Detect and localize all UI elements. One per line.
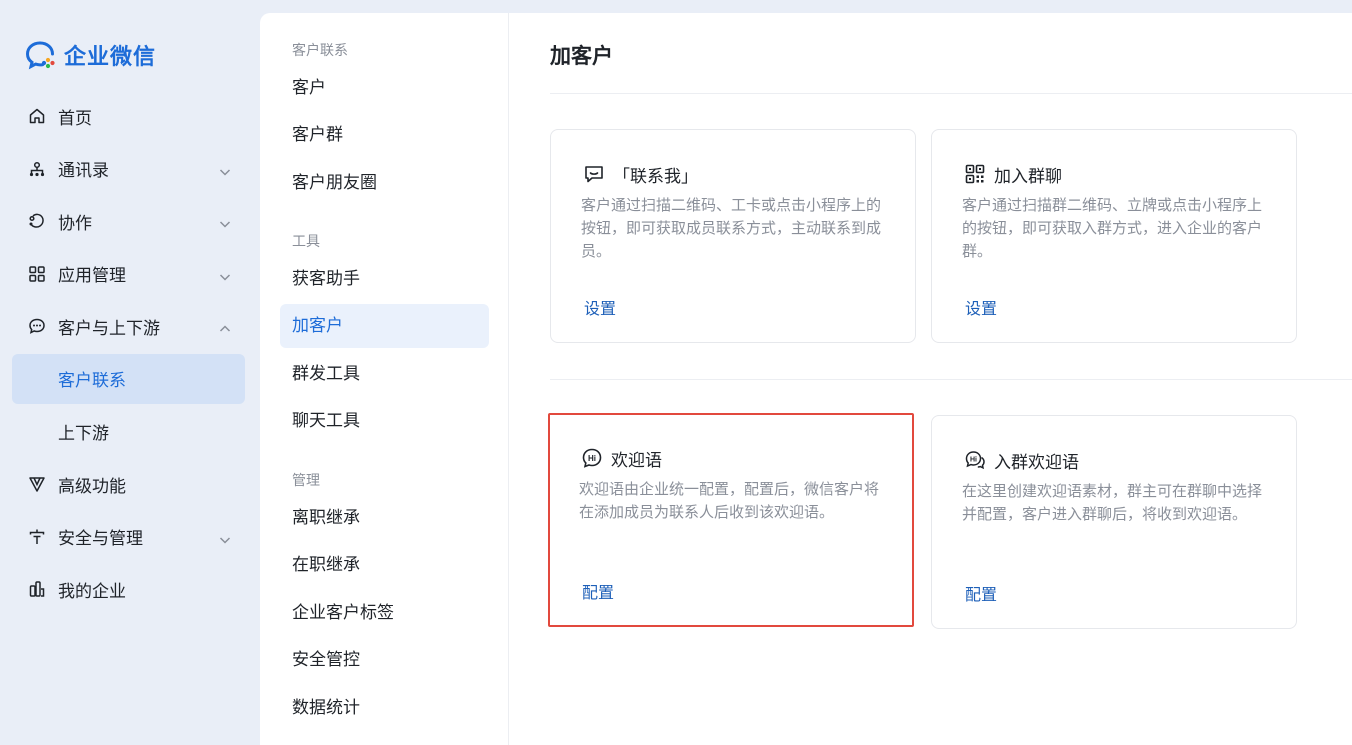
configure-link[interactable]: 配置 <box>965 581 997 605</box>
card-join-group: 加入群聊 客户通过扫描群二维码、立牌或点击小程序上的按钮，即可获取入群方式，进入… <box>931 129 1297 343</box>
card-description: 客户通过扫描群二维码、立牌或点击小程序上的按钮，即可获取入群方式，进入企业的客户… <box>962 196 1263 260</box>
nav-item-label: 首页 <box>58 108 92 129</box>
submenu-item-acquisition-assistant[interactable]: 获客助手 <box>280 257 489 301</box>
chevron-down-icon <box>219 215 231 228</box>
settings-link[interactable]: 设置 <box>965 295 997 319</box>
chevron-down-icon <box>219 163 231 176</box>
svg-text:Hi: Hi <box>588 454 596 463</box>
card-header: 「联系我」 <box>583 161 698 187</box>
content-area: 加客户 「联系我」 客户通过扫描二维码、工卡或点击小程序上的按钮，即可获取成员联… <box>510 13 1352 745</box>
brand-logo[interactable]: 企业微信 <box>25 40 157 70</box>
submenu-item-resigned-inheritance[interactable]: 离职继承 <box>280 496 489 540</box>
page-title: 加客户 <box>550 44 613 68</box>
nav-item-collaboration[interactable]: 协作 <box>12 195 245 248</box>
submenu-group-title: 工具 <box>292 234 320 250</box>
configure-link[interactable]: 配置 <box>582 579 614 603</box>
nav-item-label: 通讯录 <box>58 161 109 182</box>
nav-item-app-management[interactable]: 应用管理 <box>12 248 245 301</box>
hi-bubble-icon: Hi <box>581 447 603 469</box>
collaboration-icon <box>28 212 46 230</box>
nav-item-label: 高级功能 <box>58 476 126 497</box>
qr-code-icon <box>964 163 986 185</box>
wecom-logo-icon <box>25 40 58 70</box>
card-title: 欢迎语 <box>611 450 662 471</box>
main-panel: 客户联系 客户 客户群 客户朋友圈 工具 获客助手 加客户 群发工具 聊天工具 … <box>260 13 1352 745</box>
org-chart-icon <box>28 160 46 178</box>
brand-name: 企业微信 <box>64 45 157 70</box>
nav-item-label: 上下游 <box>58 424 109 445</box>
nav-item-customer-contact[interactable]: 客户联系 <box>12 353 245 404</box>
submenu-item-customers[interactable]: 客户 <box>280 66 489 110</box>
chevron-up-icon <box>219 320 231 332</box>
nav-item-home[interactable]: 首页 <box>12 90 245 143</box>
submenu-item-onjob-inheritance[interactable]: 在职继承 <box>280 543 489 587</box>
card-contact-me: 「联系我」 客户通过扫描二维码、工卡或点击小程序上的按钮，即可获取成员联系方式，… <box>550 129 916 343</box>
secondary-menu: 客户联系 客户 客户群 客户朋友圈 工具 获客助手 加客户 群发工具 聊天工具 … <box>260 13 509 745</box>
section-divider <box>550 379 1352 380</box>
card-description: 欢迎语由企业统一配置，配置后，微信客户将在添加成员为联系人后收到该欢迎语。 <box>579 480 880 521</box>
nav-item-label: 客户联系 <box>58 371 126 391</box>
chevron-down-icon <box>219 268 231 281</box>
nav-item-contacts[interactable]: 通讯录 <box>12 143 245 196</box>
group-hi-bubble-icon: Hi <box>964 449 986 471</box>
card-welcome-message: Hi 欢迎语 欢迎语由企业统一配置，配置后，微信客户将在添加成员为联系人后收到该… <box>548 413 914 627</box>
nav-item-label: 客户与上下游 <box>58 318 160 339</box>
submenu-item-customer-tags[interactable]: 企业客户标签 <box>280 591 489 635</box>
card-header: 加入群聊 <box>964 161 1062 187</box>
card-title: 入群欢迎语 <box>994 452 1079 473</box>
card-title: 「联系我」 <box>613 166 698 187</box>
nav-item-label: 应用管理 <box>58 266 126 287</box>
building-icon <box>28 580 46 598</box>
submenu-item-security-control[interactable]: 安全管控 <box>280 638 489 682</box>
submenu-item-data-statistics[interactable]: 数据统计 <box>280 686 489 730</box>
card-description: 在这里创建欢迎语素材，群主可在群聊中选择并配置，客户进入群聊后，将收到欢迎语。 <box>962 482 1263 523</box>
chat-bubble-icon <box>28 317 46 335</box>
card-title: 加入群聊 <box>994 166 1062 187</box>
submenu-item-customer-groups[interactable]: 客户群 <box>280 113 489 157</box>
nav-item-my-enterprise[interactable]: 我的企业 <box>12 563 245 616</box>
submenu-group-title: 客户联系 <box>292 43 348 59</box>
nav-item-label: 我的企业 <box>58 581 126 602</box>
left-nav: 企业微信 首页 通讯录 协作 应用管理 客户与上下游 客户联系 上下游 高级功能… <box>0 0 260 745</box>
submenu-item-customer-moments[interactable]: 客户朋友圈 <box>280 161 489 205</box>
apps-grid-icon <box>28 265 46 283</box>
card-group-welcome-message: Hi 入群欢迎语 在这里创建欢迎语素材，群主可在群聊中选择并配置，客户进入群聊后… <box>931 415 1297 629</box>
card-header: Hi 欢迎语 <box>581 445 662 471</box>
submenu-item-broadcast-tool[interactable]: 群发工具 <box>280 352 489 396</box>
settings-link[interactable]: 设置 <box>584 295 616 319</box>
submenu-item-chat-tool[interactable]: 聊天工具 <box>280 399 489 443</box>
submenu-item-add-customers[interactable]: 加客户 <box>280 304 489 348</box>
nav-item-label: 安全与管理 <box>58 529 143 550</box>
card-header: Hi 入群欢迎语 <box>964 447 1079 473</box>
svg-text:Hi: Hi <box>970 456 977 463</box>
triangle-logo-icon <box>28 475 46 493</box>
message-square-icon <box>583 163 605 185</box>
title-divider <box>550 93 1352 94</box>
nav-list: 首页 通讯录 协作 应用管理 客户与上下游 客户联系 上下游 高级功能 安全与管… <box>12 90 245 616</box>
nav-item-upstream-downstream[interactable]: 上下游 <box>12 406 245 459</box>
home-icon <box>28 107 46 125</box>
shield-icon <box>28 528 46 546</box>
nav-item-customers-upstream[interactable]: 客户与上下游 <box>12 300 245 353</box>
submenu-group-title: 管理 <box>292 473 320 489</box>
nav-item-label: 协作 <box>58 213 92 234</box>
nav-item-security-management[interactable]: 安全与管理 <box>12 511 245 564</box>
nav-item-advanced-features[interactable]: 高级功能 <box>12 458 245 511</box>
chevron-down-icon <box>219 531 231 544</box>
card-description: 客户通过扫描二维码、工卡或点击小程序上的按钮，即可获取成员联系方式，主动联系到成… <box>581 196 882 260</box>
